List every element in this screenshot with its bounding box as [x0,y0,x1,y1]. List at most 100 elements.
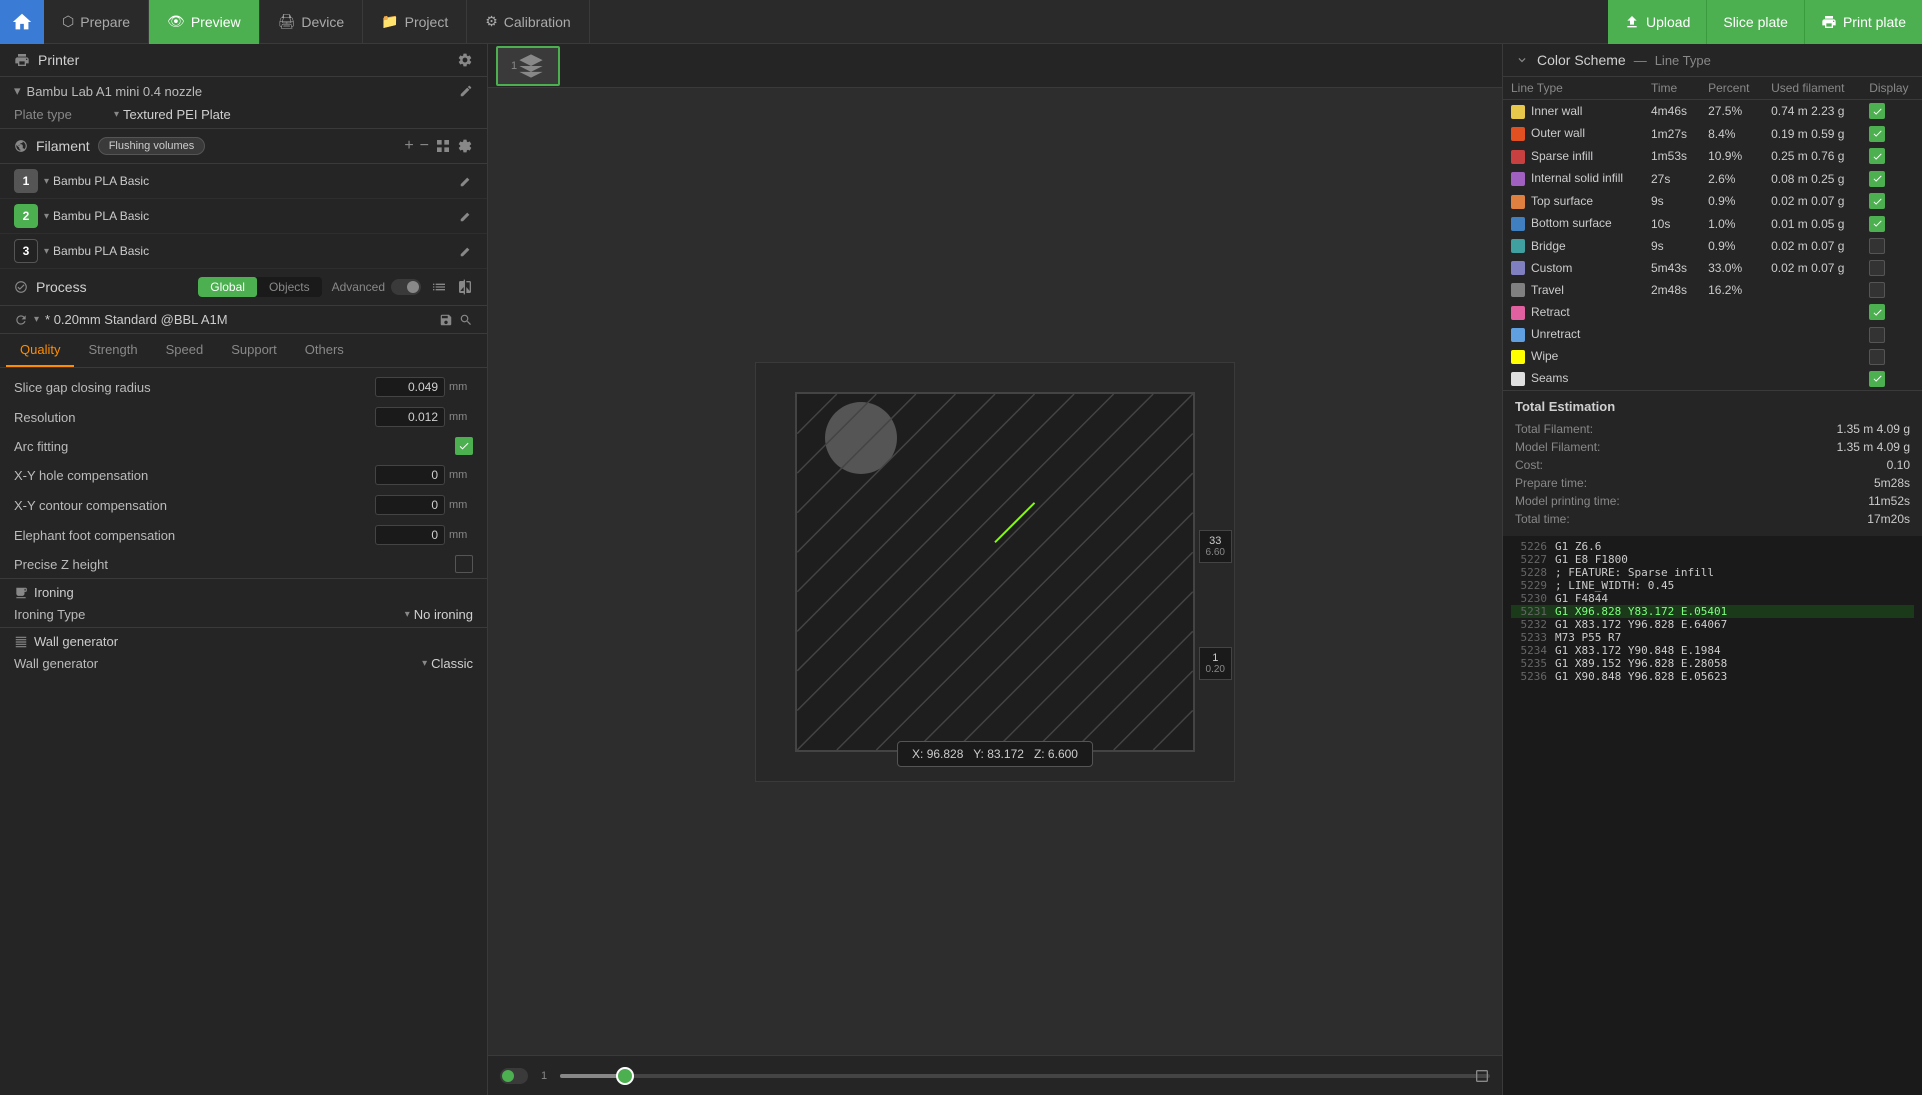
save-profile-icon[interactable] [439,313,453,327]
est-value-3: 5m28s [1874,476,1910,490]
tab-speed[interactable]: Speed [152,334,218,367]
gcode-text-7: M73 P55 R7 [1555,631,1621,644]
layer-indicator-bottom: 1 0.20 [1199,647,1232,680]
input-resolution[interactable] [375,407,445,427]
checkbox-arc-fitting[interactable] [455,437,473,455]
refresh-icon[interactable] [14,313,28,327]
gcode-line[interactable]: 5235 G1 X89.152 Y96.828 E.28058 [1511,657,1914,670]
printer-settings-icon[interactable] [457,52,473,68]
flushing-badge[interactable]: Flushing volumes [98,137,206,155]
edit-printer-icon[interactable] [459,84,473,98]
viewport-canvas: 33 6.60 1 0.20 X: 96.828 Y: 83.172 Z: 6.… [488,88,1502,1055]
cell-percent-6: 0.9% [1700,235,1763,257]
color-table-row: Retract [1503,301,1922,324]
filament-num-3: 3 [14,239,38,263]
cell-display-9[interactable] [1861,301,1922,324]
process-compare-icon[interactable] [457,279,473,295]
gcode-panel[interactable]: 5226 G1 Z6.6 5227 G1 E8 F1800 5228 ; FEA… [1503,536,1922,1095]
print-plate-button[interactable]: Print plate [1804,0,1922,44]
layer-handle[interactable] [616,1067,634,1085]
gcode-line[interactable]: 5231 G1 X96.828 Y83.172 E.05401 [1511,605,1914,618]
input-xy-hole[interactable] [375,465,445,485]
advanced-toggle[interactable]: Advanced [332,279,421,295]
setting-value-wall-gen[interactable]: ▾ Classic [422,656,473,671]
cell-time-10 [1643,324,1700,346]
upload-button[interactable]: Upload [1608,0,1706,44]
edit-filament-3-icon[interactable] [459,244,473,258]
gcode-line[interactable]: 5229 ; LINE_WIDTH: 0.45 [1511,579,1914,592]
cell-display-11[interactable] [1861,346,1922,368]
toggle-global[interactable]: Global [198,277,257,297]
gcode-text-3: ; LINE_WIDTH: 0.45 [1555,579,1674,592]
gcode-line[interactable]: 5226 G1 Z6.6 [1511,540,1914,553]
tab-project[interactable]: 📁 Project [363,0,467,44]
cell-display-0[interactable] [1861,100,1922,123]
gcode-line[interactable]: 5227 G1 E8 F1800 [1511,553,1914,566]
input-slice-gap[interactable] [375,377,445,397]
cell-line-type-5: Bottom surface [1503,213,1643,236]
cell-display-10[interactable] [1861,324,1922,346]
estimation-title: Total Estimation [1515,399,1910,414]
tab-calibration[interactable]: ⚙ Calibration [467,0,590,44]
gcode-text-2: ; FEATURE: Sparse infill [1555,566,1714,579]
tab-strength[interactable]: Strength [74,334,151,367]
tab-quality[interactable]: Quality [6,334,74,367]
add-filament-icon[interactable]: + [404,137,413,155]
cell-display-2[interactable] [1861,145,1922,168]
preview-icon: 👁 [167,13,185,30]
est-label-0: Total Filament: [1515,422,1593,436]
tab-device[interactable]: 🖨 Device [260,0,364,44]
tab-prepare[interactable]: ⬡ Prepare [44,0,149,44]
cell-display-5[interactable] [1861,213,1922,236]
cell-time-2: 1m53s [1643,145,1700,168]
setting-label-slice-gap: Slice gap closing radius [14,380,151,395]
tab-others[interactable]: Others [291,334,358,367]
cell-line-type-11: Wipe [1503,346,1643,368]
cell-percent-8: 16.2% [1700,279,1763,301]
layer-toggle[interactable] [500,1068,528,1084]
edit-filament-2-icon[interactable] [459,209,473,223]
est-label-4: Model printing time: [1515,494,1620,508]
remove-filament-icon[interactable]: − [420,137,429,155]
edit-filament-1-icon[interactable] [459,174,473,188]
cell-display-7[interactable] [1861,257,1922,279]
gcode-line[interactable]: 5233 M73 P55 R7 [1511,631,1914,644]
layer-num2: 1 [1206,652,1225,664]
tab-support[interactable]: Support [217,334,291,367]
gcode-line[interactable]: 5234 G1 X83.172 Y90.848 E.1984 [1511,644,1914,657]
cell-percent-9 [1700,301,1763,324]
setting-xy-hole: X-Y hole compensation mm [0,460,487,490]
setting-label-precise-z: Precise Z height [14,557,108,572]
filament-settings-icon[interactable] [457,138,473,154]
layer-settings-icon[interactable] [1474,1068,1490,1084]
filament-grid-icon[interactable] [435,138,451,154]
printer-section-title: Printer [14,52,79,68]
cell-display-1[interactable] [1861,123,1922,146]
plate-thumbnail-1[interactable]: 1 [496,46,560,86]
cell-display-12[interactable] [1861,368,1922,391]
slice-plate-button[interactable]: Slice plate [1706,0,1804,44]
cell-display-4[interactable] [1861,190,1922,213]
cell-display-8[interactable] [1861,279,1922,301]
color-scheme-collapse-icon[interactable] [1515,53,1529,67]
gcode-line[interactable]: 5232 G1 X83.172 Y96.828 E.64067 [1511,618,1914,631]
input-xy-contour[interactable] [375,495,445,515]
checkbox-precise-z[interactable] [455,555,473,573]
input-elephant-foot[interactable] [375,525,445,545]
plate-type-value[interactable]: ▾ Textured PEI Plate [114,107,231,122]
model-viewport[interactable]: 33 6.60 1 0.20 X: 96.828 Y: 83.172 Z: 6.… [755,362,1235,782]
process-list-icon[interactable] [431,279,447,295]
cell-display-6[interactable] [1861,235,1922,257]
layer-slider[interactable] [560,1074,1490,1078]
toggle-objects[interactable]: Objects [257,277,322,297]
cell-display-3[interactable] [1861,168,1922,191]
home-button[interactable] [0,0,44,44]
cell-filament-10 [1763,324,1861,346]
gcode-line[interactable]: 5236 G1 X90.848 Y96.828 E.05623 [1511,670,1914,683]
setting-value-ironing-type[interactable]: ▾ No ironing [405,607,473,622]
gcode-line[interactable]: 5230 G1 F4844 [1511,592,1914,605]
tab-preview[interactable]: 👁 Preview [149,0,260,44]
gcode-line[interactable]: 5228 ; FEATURE: Sparse infill [1511,566,1914,579]
cell-time-1: 1m27s [1643,123,1700,146]
search-profile-icon[interactable] [459,313,473,327]
